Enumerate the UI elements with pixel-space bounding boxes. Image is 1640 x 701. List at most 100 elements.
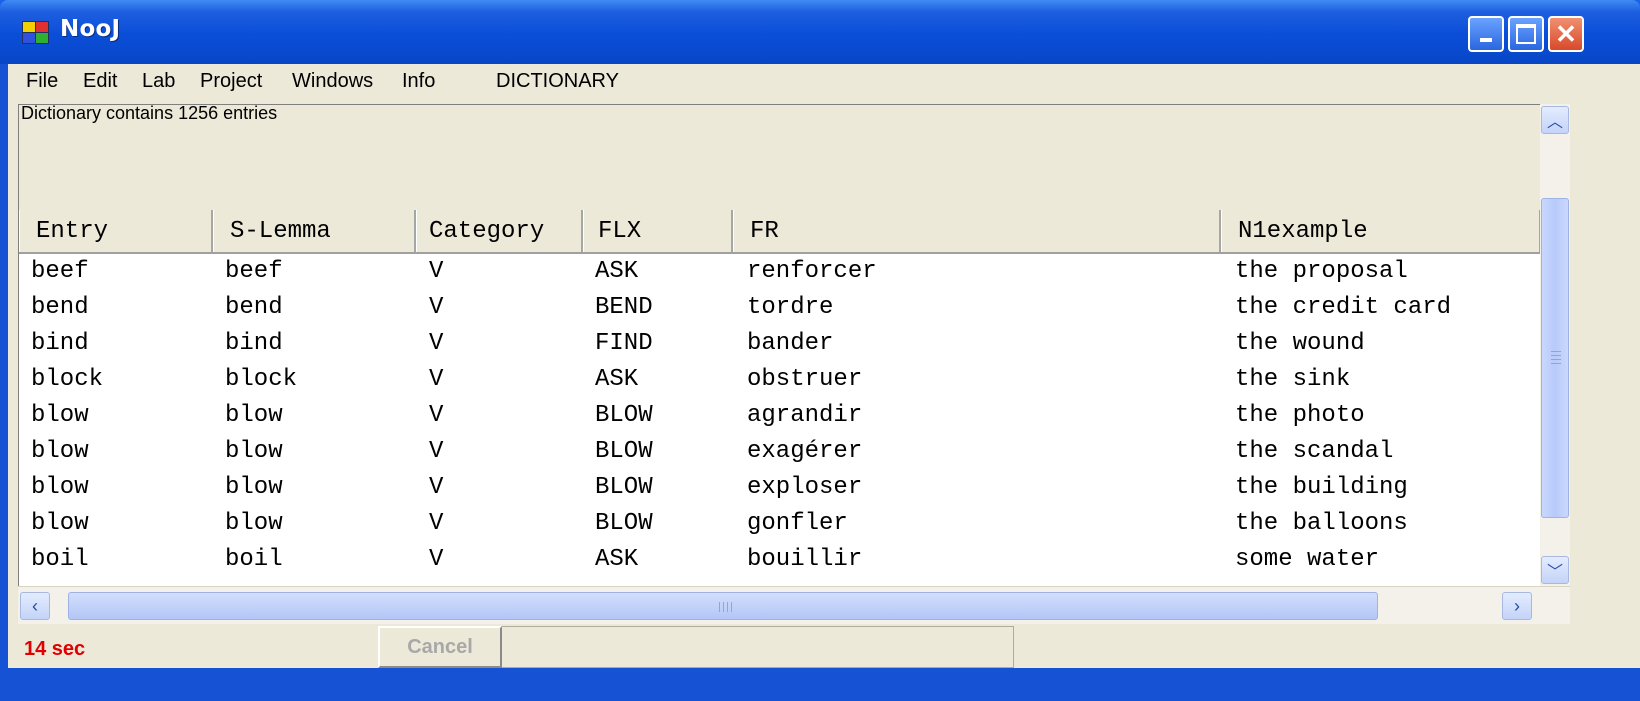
dictionary-table[interactable]: Entry S-Lemma Category FLX FR N1example …	[18, 210, 1541, 586]
cell-entry: blow	[31, 474, 89, 501]
cell-flx: ASK	[595, 546, 639, 573]
cell-category: V	[429, 474, 444, 501]
grip-line	[719, 602, 720, 612]
horizontal-scrollbar[interactable]: ‹ ›	[18, 586, 1570, 625]
cell-flx: BLOW	[595, 474, 653, 501]
grip-line	[723, 602, 724, 612]
menu-file[interactable]: File	[26, 70, 58, 93]
grip-line	[1551, 355, 1561, 356]
cancel-button[interactable]: Cancel	[378, 626, 502, 668]
menu-project[interactable]: Project	[200, 70, 262, 93]
cell-flx: ASK	[595, 366, 639, 393]
cell-s-lemma: blow	[225, 402, 283, 429]
cell-entry: block	[31, 366, 104, 393]
vertical-scroll-thumb[interactable]	[1541, 198, 1569, 518]
cell-fr: agrandir	[747, 402, 863, 429]
menu-info[interactable]: Info	[402, 70, 435, 93]
nooj-window: NooJ ✕ File Edit Lab Project Windows Inf…	[0, 0, 1640, 701]
cell-entry: blow	[31, 510, 89, 537]
cell-fr: bander	[747, 330, 834, 357]
cell-fr: bouillir	[747, 546, 863, 573]
table-row[interactable]: blow blow V BLOW gonfler the balloons	[19, 506, 1541, 542]
table-header: Entry S-Lemma Category FLX FR N1example	[19, 210, 1541, 254]
cell-s-lemma: blow	[225, 510, 283, 537]
cell-entry: blow	[31, 438, 89, 465]
cell-fr: exploser	[747, 474, 863, 501]
scroll-down-button[interactable]: ﹀	[1541, 556, 1569, 584]
cell-flx: FIND	[595, 330, 653, 357]
cell-n1example: some water	[1235, 546, 1380, 573]
cell-n1example: the building	[1235, 474, 1408, 501]
menu-bar: File Edit Lab Project Windows Info DICTI…	[8, 64, 1640, 102]
cell-category: V	[429, 510, 444, 537]
dictionary-info-area[interactable]: Dictionary contains 1256 entries	[18, 103, 1541, 211]
elapsed-time: 14 sec	[24, 638, 86, 660]
cell-category: V	[429, 294, 444, 321]
chevron-left-icon: ‹	[32, 595, 38, 616]
column-header-flx[interactable]: FLX	[583, 210, 733, 252]
close-button[interactable]: ✕	[1548, 16, 1584, 52]
table-row[interactable]: bend bend V BEND tordre the credit card	[19, 290, 1541, 326]
cell-s-lemma: boil	[225, 546, 283, 573]
column-header-category[interactable]: Category	[416, 210, 583, 252]
dictionary-entry-count: Dictionary contains 1256 entries	[21, 103, 278, 123]
minimize-icon	[1470, 18, 1502, 50]
table-row[interactable]: beef beef V ASK renforcer the proposal	[19, 254, 1541, 290]
table-row[interactable]: blow blow V BLOW agrandir the photo	[19, 398, 1541, 434]
chevron-down-icon: ﹀	[1546, 564, 1563, 581]
cell-n1example: the credit card	[1235, 294, 1452, 321]
table-row[interactable]: bind bind V FIND bander the wound	[19, 326, 1541, 362]
column-header-entry[interactable]: Entry	[19, 210, 213, 252]
cell-flx: BLOW	[595, 510, 653, 537]
cell-fr: gonfler	[747, 510, 848, 537]
cell-entry: boil	[31, 546, 89, 573]
cell-flx: BLOW	[595, 438, 653, 465]
grip-line	[731, 602, 732, 612]
chevron-right-icon: ›	[1514, 595, 1520, 616]
cell-entry: bend	[31, 294, 89, 321]
title-bar[interactable]: NooJ ✕	[0, 0, 1640, 64]
cell-fr: tordre	[747, 294, 834, 321]
close-icon: ✕	[1555, 18, 1577, 49]
maximize-button[interactable]	[1508, 16, 1544, 52]
cell-category: V	[429, 258, 444, 285]
cell-s-lemma: block	[225, 366, 298, 393]
cell-flx: BLOW	[595, 402, 653, 429]
table-row[interactable]: blow blow V BLOW exploser the building	[19, 470, 1541, 506]
window-frame-bottom	[0, 668, 1640, 701]
menu-dictionary[interactable]: DICTIONARY	[496, 70, 619, 93]
scroll-up-button[interactable]: ︿	[1541, 106, 1569, 134]
scroll-left-button[interactable]: ‹	[20, 592, 50, 620]
window-title: NooJ	[60, 16, 121, 42]
cell-n1example: the wound	[1235, 330, 1365, 357]
cell-s-lemma: bend	[225, 294, 283, 321]
column-header-s-lemma[interactable]: S-Lemma	[213, 210, 416, 252]
column-header-fr[interactable]: FR	[733, 210, 1221, 252]
app-icon	[22, 21, 50, 45]
table-row[interactable]: block block V ASK obstruer the sink	[19, 362, 1541, 398]
menu-lab[interactable]: Lab	[142, 70, 175, 93]
menu-edit[interactable]: Edit	[83, 70, 117, 93]
cell-category: V	[429, 402, 444, 429]
cell-flx: ASK	[595, 258, 639, 285]
vertical-scrollbar[interactable]: ︿ ﹀	[1540, 104, 1570, 586]
cell-entry: bind	[31, 330, 89, 357]
window-frame-left	[0, 64, 8, 701]
scroll-right-button[interactable]: ›	[1502, 592, 1532, 620]
column-header-n1example[interactable]: N1example	[1221, 210, 1541, 252]
horizontal-scroll-thumb[interactable]	[68, 592, 1378, 620]
cell-s-lemma: bind	[225, 330, 283, 357]
table-row[interactable]: blow blow V BLOW exagérer the scandal	[19, 434, 1541, 470]
cell-category: V	[429, 330, 444, 357]
cell-n1example: the balloons	[1235, 510, 1408, 537]
cell-fr: renforcer	[747, 258, 877, 285]
cell-s-lemma: blow	[225, 438, 283, 465]
cell-flx: BEND	[595, 294, 653, 321]
menu-windows[interactable]: Windows	[292, 70, 373, 93]
chevron-up-icon: ︿	[1546, 114, 1563, 131]
cell-n1example: the scandal	[1235, 438, 1394, 465]
minimize-button[interactable]	[1468, 16, 1504, 52]
cell-s-lemma: beef	[225, 258, 283, 285]
table-row[interactable]: boil boil V ASK bouillir some water	[19, 542, 1541, 578]
cell-n1example: the sink	[1235, 366, 1351, 393]
